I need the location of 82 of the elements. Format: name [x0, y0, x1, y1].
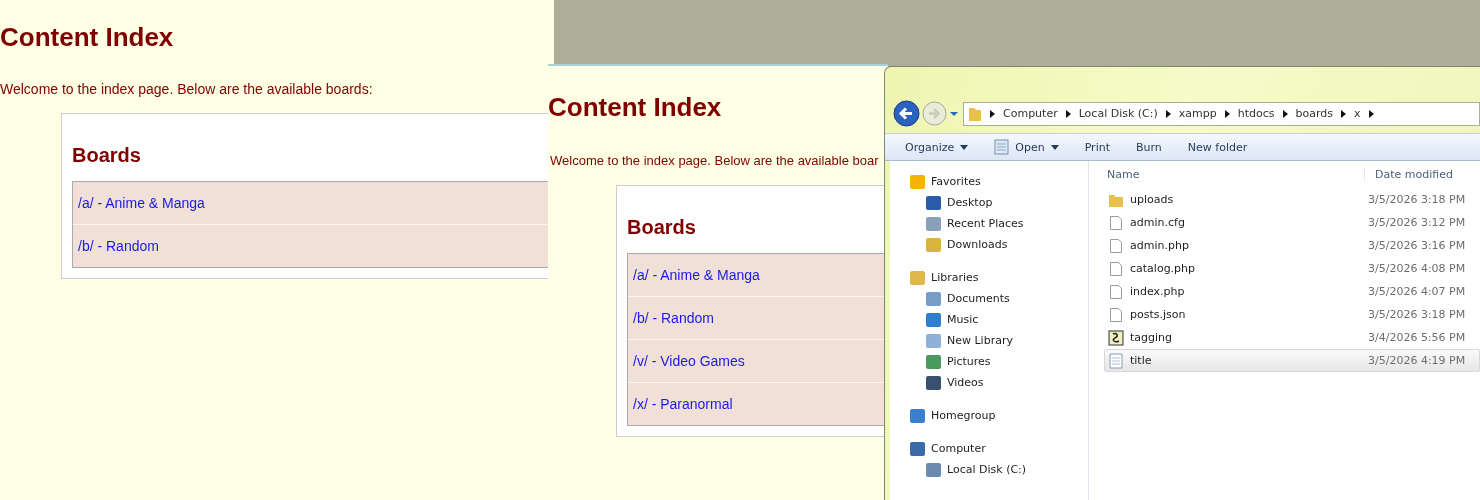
file-row[interactable]: catalog.php 3/5/2026 4:08 PM	[1104, 257, 1480, 280]
script-icon	[1108, 329, 1124, 346]
file-row[interactable]: posts.json 3/5/2026 3:18 PM	[1104, 303, 1480, 326]
file-name: tagging	[1130, 331, 1173, 344]
nav-item[interactable]: Homegroup	[890, 405, 1088, 426]
breadcrumb[interactable]: boards	[1295, 107, 1333, 120]
chevron-icon	[1341, 109, 1346, 118]
nav-item[interactable]: Documents	[890, 288, 1088, 309]
dropdown-icon[interactable]	[949, 109, 959, 118]
chevron-icon	[990, 109, 995, 118]
nav-item[interactable]: Desktop	[890, 192, 1088, 213]
file-icon	[1108, 283, 1124, 300]
board-link[interactable]: /a/ - Anime & Manga	[78, 195, 205, 211]
breadcrumb[interactable]: xampp	[1178, 107, 1217, 120]
chevron-icon	[1065, 109, 1071, 118]
nav-item[interactable]: Music	[890, 309, 1088, 330]
text-file-icon	[1108, 352, 1124, 369]
chevron-icon	[1165, 109, 1171, 118]
column-header[interactable]: Name	[1089, 167, 1364, 181]
file-icon	[1108, 237, 1124, 254]
file-row[interactable]: title 3/5/2026 4:19 PM	[1104, 349, 1480, 372]
nav-item[interactable]: Local Disk (C:)	[890, 459, 1088, 480]
file-name: title	[1130, 354, 1152, 367]
address-bar[interactable]: Computer Local Disk (C:) xampp htdocs boards x	[963, 101, 1480, 126]
file-date: 3/5/2026 4:07 PM	[1368, 285, 1466, 298]
file-date: 3/5/2026 4:19 PM	[1368, 354, 1466, 367]
file-date: 3/5/2026 3:18 PM	[1368, 193, 1466, 206]
nav-item[interactable]: Downloads	[890, 234, 1088, 255]
file-date: 3/5/2026 3:16 PM	[1368, 239, 1466, 252]
file-date: 3/5/2026 3:12 PM	[1368, 216, 1466, 229]
toolbar-button[interactable]: Burn	[1130, 137, 1168, 157]
breadcrumb[interactable]: htdocs	[1237, 107, 1275, 120]
nav-item[interactable]: Pictures	[890, 351, 1088, 372]
breadcrumb[interactable]: x	[1354, 107, 1361, 120]
page-title: Content Index	[0, 21, 175, 53]
notepad-icon	[994, 139, 1010, 155]
intro-text: Welcome to the index page. Below are the available boar	[549, 153, 880, 168]
back-button[interactable]	[893, 100, 920, 127]
file-name: index.php	[1130, 285, 1185, 298]
toolbar-button[interactable]: New folder	[1181, 137, 1254, 157]
file-name: posts.json	[1130, 308, 1186, 321]
file-icon	[1108, 214, 1124, 231]
nav-item[interactable]: Libraries	[890, 267, 1088, 288]
file-row[interactable]: uploads 3/5/2026 3:18 PM	[1104, 188, 1480, 211]
caret-icon	[960, 144, 969, 150]
chevron-icon	[1282, 109, 1288, 118]
section-title: Boards	[627, 216, 697, 239]
file-name: admin.cfg	[1130, 216, 1185, 229]
file-row[interactable]: index.php 3/5/2026 4:07 PM	[1104, 280, 1480, 303]
toolbar-button[interactable]: Open	[988, 136, 1065, 158]
file-row[interactable]: admin.cfg 3/5/2026 3:12 PM	[1104, 211, 1480, 234]
toolbar-button[interactable]: Organize	[899, 137, 975, 157]
file-date: 3/5/2026 3:18 PM	[1368, 308, 1466, 321]
board-link[interactable]: /a/ - Anime & Manga	[633, 267, 760, 283]
file-date: 3/5/2026 4:08 PM	[1368, 262, 1466, 275]
board-link[interactable]: /x/ - Paranormal	[633, 396, 733, 412]
file-name: admin.php	[1130, 239, 1189, 252]
file-name: uploads	[1130, 193, 1174, 206]
nav-item[interactable]: Videos	[890, 372, 1088, 393]
file-date: 3/4/2026 5:56 PM	[1368, 331, 1466, 344]
folder-icon	[968, 105, 982, 122]
breadcrumb[interactable]: Local Disk (C:)	[1078, 107, 1158, 120]
nav-item[interactable]: Recent Places	[890, 213, 1088, 234]
caret-icon	[1050, 144, 1059, 150]
page-title: Content Index	[548, 91, 723, 123]
board-link[interactable]: /v/ - Video Games	[633, 353, 745, 369]
breadcrumb[interactable]: Computer	[1003, 107, 1058, 120]
file-row[interactable]: tagging 3/4/2026 5:56 PM	[1104, 326, 1480, 349]
chevron-icon	[1224, 109, 1230, 118]
nav-item[interactable]: Computer	[890, 438, 1088, 459]
file-icon	[1108, 306, 1124, 323]
board-link[interactable]: /b/ - Random	[78, 238, 159, 254]
column-header[interactable]: Date modified	[1364, 167, 1453, 181]
file-row[interactable]: admin.php 3/5/2026 3:16 PM	[1104, 234, 1480, 257]
chevron-icon	[1368, 109, 1374, 118]
file-icon	[1108, 260, 1124, 277]
file-name: catalog.php	[1130, 262, 1196, 275]
nav-item[interactable]: Favorites	[890, 171, 1088, 192]
nav-item[interactable]: New Library	[890, 330, 1088, 351]
board-link[interactable]: /b/ - Random	[633, 310, 714, 326]
toolbar-button[interactable]: Print	[1078, 137, 1116, 157]
intro-text: Welcome to the index page. Below are the available boards:	[0, 81, 374, 97]
